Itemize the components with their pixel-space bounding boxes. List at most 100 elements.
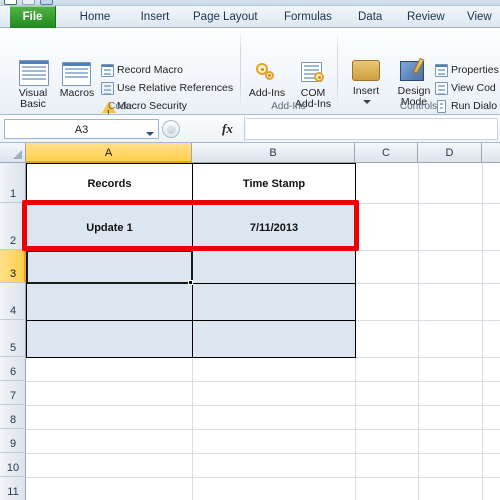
cell-A1[interactable]: Records [26,163,193,204]
record-macro-button[interactable]: Record Macro [100,62,240,79]
row-header-3[interactable]: 3 [0,250,26,283]
tab-home[interactable]: Home [72,6,118,28]
ribbon-tab-bar: File Home Insert Page Layout Formulas Da… [0,6,500,28]
formula-bar: A3 fx [0,115,500,143]
row-header-1-label: 1 [9,188,17,200]
row-header-2-label: 2 [9,235,17,247]
column-header-d-label: D [445,147,454,159]
tab-review-label: Review [407,11,445,23]
insert-function-icon[interactable]: fx [222,120,233,138]
record-macro-icon [101,64,114,77]
fill-handle[interactable] [188,280,193,285]
cell-B2[interactable]: 7/11/2013 [192,203,356,251]
cell-B4[interactable] [192,283,356,321]
group-label-code: Code [108,101,132,112]
column-header-a[interactable]: A [26,143,192,163]
tab-home-label: Home [79,11,111,23]
cell-A2[interactable]: Update 1 [26,203,193,251]
row-header-8[interactable]: 8 [0,405,26,429]
row-header-9[interactable]: 9 [0,429,26,453]
formula-bar-divider [244,117,245,141]
formula-bar-split-button[interactable] [162,120,180,138]
tab-view[interactable]: View [460,6,498,28]
gridline [26,453,500,454]
gear-small-icon [265,71,274,80]
cell-A2-value: Update 1 [86,222,133,234]
row-header-4[interactable]: 4 [0,283,26,320]
row-header-7-label: 7 [9,390,17,402]
cell-B5[interactable] [192,320,356,358]
ribbon-body: Visual Basic Macros Record Macro Use Rel… [0,28,500,122]
cell-A1-value: Records [87,178,132,190]
cell-B2-value: 7/11/2013 [249,222,299,234]
row-header-1[interactable]: 1 [0,163,26,203]
column-header-a-label: A [104,147,113,159]
tab-insert-label: Insert [140,11,170,23]
row-header-3-label: 3 [9,268,17,280]
row-header-11[interactable]: 11 [0,477,26,500]
cell-A4[interactable] [26,283,193,321]
save-icon[interactable] [4,0,17,5]
column-header-c[interactable]: C [355,143,418,163]
column-header-d[interactable]: D [418,143,482,163]
use-relative-references-label: Use Relative References [117,82,234,94]
row-header-10-label: 10 [6,462,20,474]
cell-B3[interactable] [192,250,356,284]
row-header-7[interactable]: 7 [0,381,26,405]
tab-insert[interactable]: Insert [133,6,177,28]
tab-data[interactable]: Data [351,6,385,28]
row-header-2[interactable]: 2 [0,203,26,250]
formula-input[interactable] [246,118,498,140]
group-separator [337,31,338,107]
row-header-5[interactable]: 5 [0,320,26,357]
gear-icon [314,72,324,82]
cell-B1-value: Time Stamp [242,178,306,190]
active-cell-outline [26,250,193,284]
tab-formulas[interactable]: Formulas [277,6,335,28]
group-label-add-ins: Add-Ins [271,101,306,112]
column-header-b-label: B [269,147,277,159]
gridline [482,163,483,500]
column-header-b[interactable]: B [192,143,355,163]
gridline [26,477,500,478]
select-all-corner[interactable] [0,143,26,163]
tab-page-layout-label: Page Layout [193,11,258,23]
add-ins-label: Add-Ins [248,87,286,99]
macros-label: Macros [59,87,95,99]
worksheet-grid[interactable]: A B C D E 1 2 3 4 5 6 7 8 9 10 11 12 R [0,143,500,500]
row-header-4-label: 4 [9,305,17,317]
row-header-8-label: 8 [9,414,17,426]
macros-icon [62,62,91,86]
row-header-10[interactable]: 10 [0,453,26,477]
properties-label: Properties [451,64,499,76]
tab-view-label: View [467,11,492,23]
gridline [26,429,500,430]
cell-B1[interactable]: Time Stamp [192,163,356,204]
tab-data-label: Data [358,11,383,23]
chevron-down-icon[interactable] [146,132,154,136]
tab-file[interactable]: File [10,6,56,28]
cell-A5[interactable] [26,320,193,358]
gridline [26,405,500,406]
group-label-controls: Controls [399,101,438,112]
tab-page-layout[interactable]: Page Layout [186,6,264,28]
column-header-e[interactable]: E [482,143,500,163]
row-header-6[interactable]: 6 [0,357,26,381]
row-header-6-label: 6 [9,366,17,378]
view-code-label: View Cod [451,82,496,94]
visual-basic-icon [19,60,49,86]
view-code-button[interactable]: View Cod [434,80,500,97]
row-header-11-label: 11 [7,486,19,498]
tab-file-label: File [22,11,43,23]
use-relative-references-button[interactable]: Use Relative References [100,80,240,97]
gridline [418,163,419,500]
undo-icon[interactable] [22,0,35,5]
view-code-icon [435,82,448,95]
group-separator [240,31,241,107]
tab-review[interactable]: Review [400,6,446,28]
properties-button[interactable]: Properties [434,62,500,79]
row-header-9-label: 9 [9,438,17,450]
name-box[interactable]: A3 [4,119,159,139]
insert-control-label: Insert [352,85,380,97]
redo-icon[interactable] [40,0,53,5]
